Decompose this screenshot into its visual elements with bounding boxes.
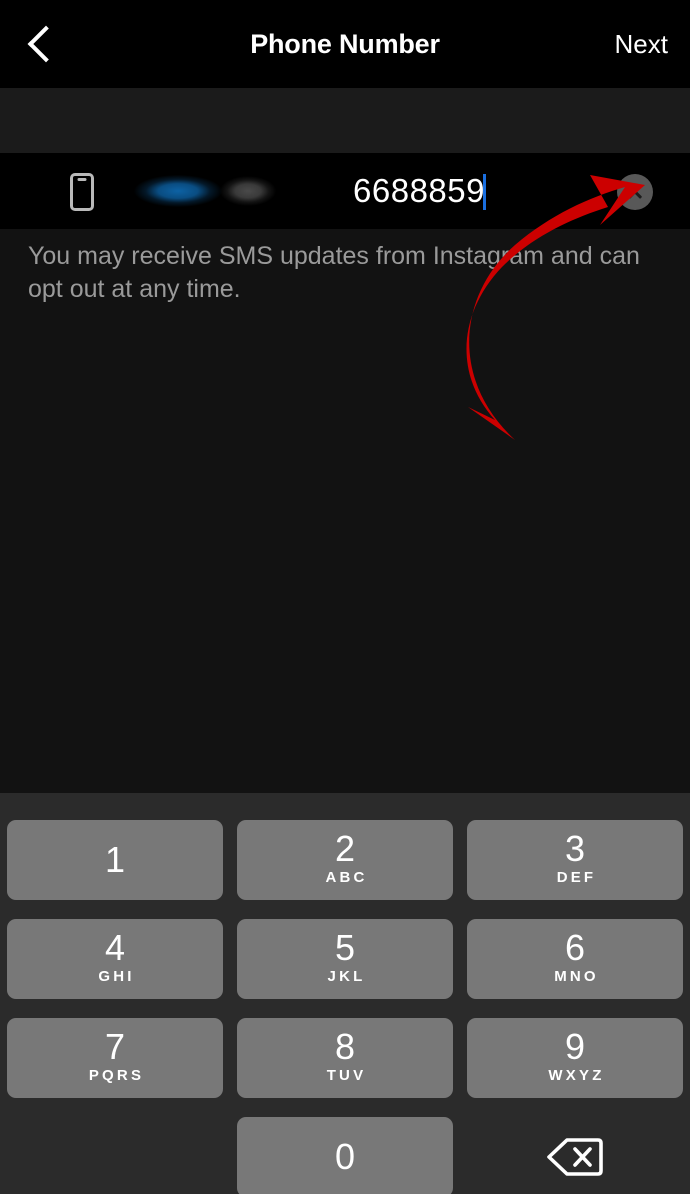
key-digit: 8	[334, 1025, 356, 1067]
key-letters: DEF	[556, 868, 597, 886]
key-1[interactable]: 1	[0, 810, 230, 909]
smartphone-icon	[70, 173, 94, 211]
key-2[interactable]: 2 ABC	[230, 810, 460, 909]
key-backspace[interactable]	[460, 1107, 690, 1194]
key-0[interactable]: 0	[230, 1107, 460, 1194]
navigation-header: Phone Number Next	[0, 0, 690, 88]
keypad-empty-cell	[0, 1107, 230, 1194]
key-digit: 9	[564, 1025, 586, 1067]
key-digit: 4	[104, 926, 126, 968]
page-title: Phone Number	[250, 28, 440, 59]
keypad-row-4: 0	[0, 1107, 690, 1194]
key-letters: TUV	[326, 1066, 367, 1084]
clear-input-button[interactable]	[617, 174, 653, 210]
key-4[interactable]: 4 GHI	[0, 909, 230, 1008]
key-9[interactable]: 9 WXYZ	[460, 1008, 690, 1107]
key-digit: 0	[334, 1135, 356, 1177]
key-letters: WXYZ	[548, 1066, 605, 1084]
key-digit: 3	[564, 827, 586, 869]
key-6[interactable]: 6 MNO	[460, 909, 690, 1008]
country-code-redaction-gray	[218, 153, 278, 229]
header-spacer	[0, 88, 690, 153]
key-letters: JKL	[327, 967, 366, 985]
key-digit: 6	[564, 926, 586, 968]
key-3[interactable]: 3 DEF	[460, 810, 690, 909]
key-7[interactable]: 7 PQRS	[0, 1008, 230, 1107]
phone-input-row[interactable]: 6688859	[0, 153, 690, 229]
key-digit: 1	[104, 838, 126, 880]
keypad-row-1: 1 2 ABC 3 DEF	[0, 810, 690, 909]
sms-disclaimer-text: You may receive SMS updates from Instagr…	[28, 242, 640, 303]
key-digit: 5	[334, 926, 356, 968]
next-button[interactable]: Next	[615, 0, 668, 88]
key-digit: 2	[334, 827, 356, 869]
backspace-icon	[547, 1137, 603, 1176]
key-8[interactable]: 8 TUV	[230, 1008, 460, 1107]
key-letters: ABC	[325, 868, 368, 886]
key-letters: PQRS	[88, 1066, 145, 1084]
country-code-redaction-blue	[128, 153, 228, 229]
key-letters: MNO	[554, 967, 599, 985]
key-digit: 7	[104, 1025, 126, 1067]
keypad-row-2: 4 GHI 5 JKL 6 MNO	[0, 909, 690, 1008]
phone-number-screen: Phone Number Next 6688859 You may receiv…	[0, 0, 690, 1194]
numeric-keypad: 1 2 ABC 3 DEF 4 GHI 5 JKL 6 MNO 7 PQRS 8…	[0, 793, 690, 1194]
key-letters: GHI	[98, 967, 135, 985]
phone-number-input[interactable]: 6688859	[353, 153, 485, 229]
key-5[interactable]: 5 JKL	[230, 909, 460, 1008]
text-caret	[483, 174, 486, 210]
keypad-row-3: 7 PQRS 8 TUV 9 WXYZ	[0, 1008, 690, 1107]
